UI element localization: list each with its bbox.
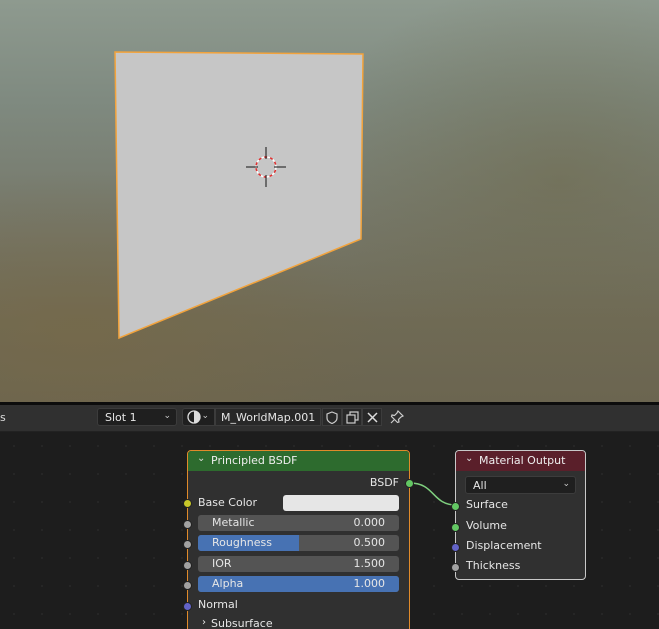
roughness-socket[interactable] <box>183 540 192 549</box>
close-icon <box>366 411 378 423</box>
thickness-label: Thickness <box>466 559 521 572</box>
chevron-right-icon[interactable]: › <box>202 617 206 628</box>
field-value: 1.500 <box>353 557 386 570</box>
normal-label: Normal <box>198 598 238 611</box>
volume-socket[interactable] <box>451 523 460 532</box>
3d-viewport[interactable] <box>0 0 659 402</box>
alpha-field[interactable]: Alpha 1.000 <box>198 576 399 592</box>
material-output-header[interactable]: ⌄ Material Output <box>456 451 585 471</box>
slot-dropdown[interactable]: Slot 1 ⌄ <box>97 408 177 426</box>
bsdf-output-label: BSDF <box>369 476 399 489</box>
pin-button[interactable] <box>389 409 407 427</box>
unlink-material-button[interactable] <box>362 408 382 426</box>
metallic-field[interactable]: Metallic 0.000 <box>198 515 399 531</box>
fake-user-button[interactable] <box>322 408 342 426</box>
field-value: 1.000 <box>353 577 386 590</box>
node-title: Material Output <box>479 454 566 467</box>
material-name: M_WorldMap.001 <box>221 411 316 424</box>
field-label: IOR <box>212 557 232 570</box>
base-color-swatch[interactable] <box>283 495 399 511</box>
metallic-socket[interactable] <box>183 520 192 529</box>
displacement-socket[interactable] <box>451 543 460 552</box>
field-value: 0.500 <box>353 536 386 549</box>
base-color-socket[interactable] <box>183 499 192 508</box>
field-label: Roughness <box>212 536 273 549</box>
shader-editor-header: s Slot 1 ⌄ ⌄ M_WorldMap.001 <box>0 405 659 432</box>
chevron-down-icon[interactable]: ⌄ <box>197 453 205 464</box>
chevron-down-icon[interactable]: ⌄ <box>465 453 473 464</box>
field-value: 0.000 <box>353 516 386 529</box>
pin-icon <box>390 409 405 424</box>
subsurface-panel-label[interactable]: Subsurface <box>211 617 273 629</box>
field-label: Metallic <box>212 516 255 529</box>
target-value: All <box>473 479 487 492</box>
principled-bsdf-node[interactable]: ⌄ Principled BSDF BSDF Base Color Metall… <box>183 450 414 629</box>
slot-label: Slot 1 <box>105 411 137 424</box>
target-dropdown[interactable]: All ⌄ <box>465 476 576 494</box>
chevron-down-icon: ⌄ <box>201 411 209 421</box>
duplicate-icon <box>345 410 359 424</box>
field-label: Alpha <box>212 577 244 590</box>
ior-field[interactable]: IOR 1.500 <box>198 556 399 572</box>
surface-socket[interactable] <box>451 502 460 511</box>
node-editor-canvas[interactable]: ⌄ Principled BSDF BSDF Base Color Metall… <box>0 432 659 629</box>
ior-socket[interactable] <box>183 561 192 570</box>
bsdf-output-socket[interactable] <box>405 479 414 488</box>
chevron-down-icon: ⌄ <box>562 479 570 489</box>
base-color-label: Base Color <box>198 496 258 509</box>
sphere-icon <box>187 410 201 424</box>
material-browse-button[interactable]: ⌄ <box>182 408 215 426</box>
surface-label: Surface <box>466 498 508 511</box>
material-output-node[interactable]: ⌄ Material Output All ⌄ Surface Volume D… <box>451 450 586 580</box>
normal-socket[interactable] <box>183 602 192 611</box>
shield-icon <box>326 410 338 424</box>
material-name-field[interactable]: M_WorldMap.001 <box>215 408 321 426</box>
displacement-label: Displacement <box>466 539 542 552</box>
alpha-socket[interactable] <box>183 581 192 590</box>
duplicate-material-button[interactable] <box>342 408 362 426</box>
node-title: Principled BSDF <box>211 454 298 467</box>
thickness-socket[interactable] <box>451 563 460 572</box>
selected-plane-object[interactable] <box>114 51 364 340</box>
principled-bsdf-header[interactable]: ⌄ Principled BSDF <box>188 451 409 471</box>
header-cut-label: s <box>0 411 6 424</box>
chevron-down-icon: ⌄ <box>163 411 171 421</box>
roughness-field[interactable]: Roughness 0.500 <box>198 535 399 551</box>
volume-label: Volume <box>466 519 507 532</box>
viewport-canvas <box>114 51 364 340</box>
